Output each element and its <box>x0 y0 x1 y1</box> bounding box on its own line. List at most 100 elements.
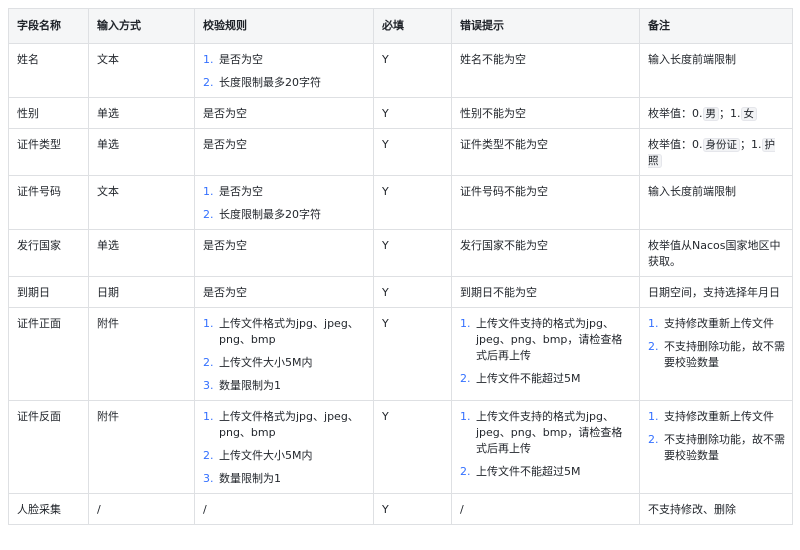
list-number: 1. <box>203 53 214 66</box>
cell-rules: 是否为空 <box>194 276 374 308</box>
cell-error: / <box>451 493 640 525</box>
cell-input: 附件 <box>88 400 195 494</box>
cell-required: Y <box>373 276 452 308</box>
errors-list: 1. 上传文件支持的格式为jpg、jpeg、png、bmp，请检查格式后再上传 2… <box>460 316 633 387</box>
cell-note: 输入长度前端限制 <box>639 175 793 230</box>
cell-note: 1. 支持修改重新上传文件 2. 不支持删除功能，故不需要校验数量 <box>639 400 793 494</box>
cell-field: 证件类型 <box>8 128 89 176</box>
cell-required: Y <box>373 493 452 525</box>
table-row: 证件类型 单选 是否为空 Y 证件类型不能为空 枚举值：0. 身份证 ；1. 护照 <box>8 128 793 176</box>
cell-required: Y <box>373 400 452 494</box>
cell-input: 附件 <box>88 307 195 401</box>
cell-required: Y <box>373 97 452 129</box>
cell-required: Y <box>373 175 452 230</box>
header-required: 必填 <box>373 8 452 44</box>
table-row: 到期日 日期 是否为空 Y 到期日不能为空 日期空间，支持选择年月日 <box>8 276 793 308</box>
cell-required: Y <box>373 229 452 277</box>
list-item: 2. 上传文件大小5M内 <box>203 356 313 369</box>
rules-list: 1. 上传文件格式为jpg、jpeg、png、bmp 2. 上传文件大小5M内 3.… <box>203 316 367 394</box>
cell-note: 枚举值：0. 身份证 ；1. 护照 <box>639 128 793 176</box>
enum-value-tag: 男 <box>702 107 719 121</box>
list-item: 1. 支持修改重新上传文件 <box>648 317 774 330</box>
cell-note: 枚举值：0. 男；1. 女 <box>639 97 793 129</box>
list-number: 2. <box>460 465 471 478</box>
cell-field: 发行国家 <box>8 229 89 277</box>
header-validation-rules: 校验规则 <box>194 8 374 44</box>
enum-value-tag: 身份证 <box>702 138 740 152</box>
cell-field: 性别 <box>8 97 89 129</box>
list-item: 2. 上传文件大小5M内 <box>203 449 313 462</box>
header-input-method: 输入方式 <box>88 8 195 44</box>
list-item: 1. 上传文件支持的格式为jpg、jpeg、png、bmp，请检查格式后再上传 <box>460 410 623 455</box>
cell-field: 人脸采集 <box>8 493 89 525</box>
list-number: 2. <box>460 372 471 385</box>
list-number: 2. <box>648 433 659 446</box>
rules-list: 1. 是否为空 2. 长度限制最多20字符 <box>203 52 367 91</box>
cell-input: 文本 <box>88 175 195 230</box>
cell-note: 枚举值从Nacos国家地区中获取。 <box>639 229 793 277</box>
table-row: 发行国家 单选 是否为空 Y 发行国家不能为空 枚举值从Nacos国家地区中获取… <box>8 229 793 277</box>
cell-field: 证件号码 <box>8 175 89 230</box>
cell-rules: 1. 上传文件格式为jpg、jpeg、png、bmp 2. 上传文件大小5M内 3.… <box>194 400 374 494</box>
cell-input: 单选 <box>88 128 195 176</box>
cell-required: Y <box>373 43 452 98</box>
list-item: 3. 数量限制为1 <box>203 379 281 392</box>
list-item: 2. 长度限制最多20字符 <box>203 76 321 89</box>
list-number: 2. <box>648 340 659 353</box>
cell-field: 证件反面 <box>8 400 89 494</box>
list-number: 1. <box>648 410 659 423</box>
rules-list: 1. 是否为空 2. 长度限制最多20字符 <box>203 184 367 223</box>
notes-list: 1. 支持修改重新上传文件 2. 不支持删除功能，故不需要校验数量 <box>648 409 786 464</box>
list-item: 2. 上传文件不能超过5M <box>460 465 581 478</box>
list-number: 1. <box>203 317 214 330</box>
list-item: 1. 是否为空 <box>203 53 263 66</box>
cell-rules: / <box>194 493 374 525</box>
cell-rules: 是否为空 <box>194 229 374 277</box>
list-item: 2. 上传文件不能超过5M <box>460 372 581 385</box>
list-item: 2. 不支持删除功能，故不需要校验数量 <box>648 340 785 369</box>
cell-error: 性别不能为空 <box>451 97 640 129</box>
cell-error: 1. 上传文件支持的格式为jpg、jpeg、png、bmp，请检查格式后再上传 2… <box>451 307 640 401</box>
cell-error: 到期日不能为空 <box>451 276 640 308</box>
list-number: 3. <box>203 379 214 392</box>
table-row: 性别 单选 是否为空 Y 性别不能为空 枚举值：0. 男；1. 女 <box>8 97 793 129</box>
cell-error: 姓名不能为空 <box>451 43 640 98</box>
list-number: 3. <box>203 472 214 485</box>
cell-input: 单选 <box>88 229 195 277</box>
field-spec-table: 字段名称 输入方式 校验规则 必填 错误提示 备注 姓名 文本 1. 是否为空 2… <box>8 8 793 525</box>
cell-input: / <box>88 493 195 525</box>
list-item: 2. 长度限制最多20字符 <box>203 208 321 221</box>
cell-error: 证件号码不能为空 <box>451 175 640 230</box>
cell-field: 姓名 <box>8 43 89 98</box>
cell-required: Y <box>373 128 452 176</box>
table-row: 证件正面 附件 1. 上传文件格式为jpg、jpeg、png、bmp 2. 上传文件… <box>8 307 793 401</box>
table-row: 姓名 文本 1. 是否为空 2. 长度限制最多20字符 Y 姓名不能为空 输入长度前… <box>8 43 793 98</box>
cell-note: 不支持修改、删除 <box>639 493 793 525</box>
cell-error: 1. 上传文件支持的格式为jpg、jpeg、png、bmp，请检查格式后再上传 2… <box>451 400 640 494</box>
header-notes: 备注 <box>639 8 793 44</box>
errors-list: 1. 上传文件支持的格式为jpg、jpeg、png、bmp，请检查格式后再上传 2… <box>460 409 633 480</box>
cell-note: 1. 支持修改重新上传文件 2. 不支持删除功能，故不需要校验数量 <box>639 307 793 401</box>
list-item: 1. 上传文件格式为jpg、jpeg、png、bmp <box>203 410 359 439</box>
cell-field: 到期日 <box>8 276 89 308</box>
enum-value-tag: 女 <box>740 107 757 121</box>
table-header-row: 字段名称 输入方式 校验规则 必填 错误提示 备注 <box>8 8 793 44</box>
rules-list: 1. 上传文件格式为jpg、jpeg、png、bmp 2. 上传文件大小5M内 3.… <box>203 409 367 487</box>
cell-input: 文本 <box>88 43 195 98</box>
list-item: 1. 是否为空 <box>203 185 263 198</box>
cell-error: 证件类型不能为空 <box>451 128 640 176</box>
cell-required: Y <box>373 307 452 401</box>
header-error-message: 错误提示 <box>451 8 640 44</box>
list-number: 1. <box>203 410 214 423</box>
list-number: 2. <box>203 208 214 221</box>
cell-rules: 是否为空 <box>194 97 374 129</box>
cell-input: 日期 <box>88 276 195 308</box>
list-item: 1. 上传文件支持的格式为jpg、jpeg、png、bmp，请检查格式后再上传 <box>460 317 623 362</box>
list-number: 2. <box>203 76 214 89</box>
table-row: 人脸采集 / / Y / 不支持修改、删除 <box>8 493 793 525</box>
cell-rules: 1. 是否为空 2. 长度限制最多20字符 <box>194 43 374 98</box>
table-row: 证件反面 附件 1. 上传文件格式为jpg、jpeg、png、bmp 2. 上传文件… <box>8 400 793 494</box>
list-item: 2. 不支持删除功能，故不需要校验数量 <box>648 433 785 462</box>
cell-note: 输入长度前端限制 <box>639 43 793 98</box>
list-number: 1. <box>203 185 214 198</box>
